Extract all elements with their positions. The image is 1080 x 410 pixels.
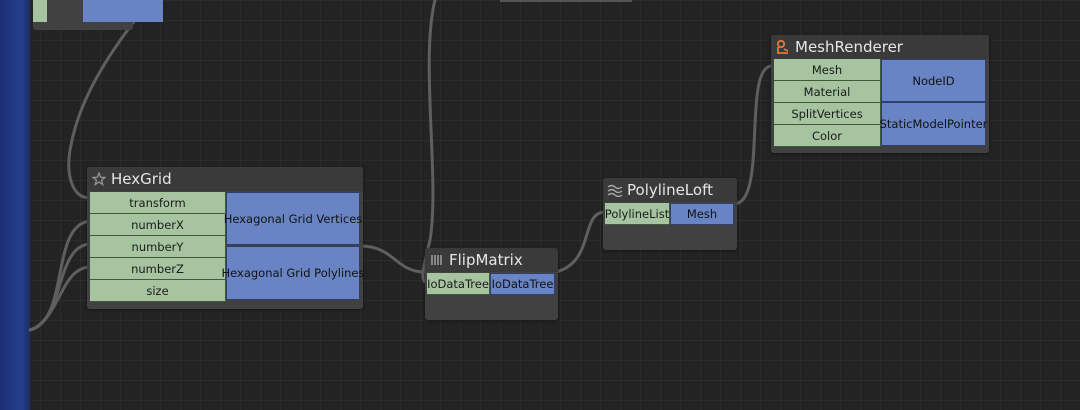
flipmatrix-output-iodatatree[interactable]: IoDataTree [490,273,555,295]
hexgrid-input-numbery[interactable]: numberY [90,236,226,258]
polylineloft-node-title: PolylineLoft [627,181,713,199]
meshrenderer-node-title: MeshRenderer [795,38,903,56]
meshrenderer-node-header[interactable]: MeshRenderer [771,35,989,59]
hexgrid-output-polylines[interactable]: Hexagonal Grid Polylines [222,246,365,300]
partial-node-top-left[interactable] [33,0,163,30]
polylineloft-node[interactable]: PolylineLoft PolylineList Mesh [603,178,737,250]
hexgrid-input-numberz[interactable]: numberZ [90,258,226,280]
meshrenderer-input-color[interactable]: Color [774,125,881,147]
flipmatrix-node-title: FlipMatrix [449,251,523,269]
meshrenderer-node[interactable]: MeshRenderer Mesh Material SplitVertices… [771,35,989,153]
wire-top-to-flipmatrix[interactable] [421,0,437,284]
partial-node-top-center[interactable] [500,0,632,2]
meshrenderer-output-nodeid[interactable]: NodeID [881,59,986,102]
wire-left-to-hexgrid-numberx[interactable] [28,219,92,332]
hexgrid-node-header[interactable]: HexGrid [87,167,363,191]
flipmatrix-input-iodatatree[interactable]: IoDataTree [427,273,490,295]
hexgrid-input-numberx[interactable]: numberX [90,214,226,236]
polylineloft-node-header[interactable]: PolylineLoft [603,178,737,202]
partial-node-input-port[interactable] [33,0,47,22]
hexgrid-input-transform[interactable]: transform [90,192,226,214]
wire-flipmatrix-to-polylineloft[interactable] [554,210,607,274]
wire-hexgrid-to-flipmatrix[interactable] [358,244,427,274]
wire-polylineloft-to-meshrenderer[interactable] [732,64,774,206]
hexgrid-node[interactable]: HexGrid transform numberX numberY number… [87,167,365,309]
flipmatrix-node[interactable]: FlipMatrix IoDataTree IoDataTree [425,248,558,320]
wire-left-to-hexgrid-numbery[interactable] [28,242,92,332]
meshrenderer-input-splitvertices[interactable]: SplitVertices [774,103,881,125]
hexgrid-input-size[interactable]: size [90,280,226,302]
hexgrid-node-title: HexGrid [111,170,172,188]
hexgrid-output-vertices[interactable]: Hexagonal Grid Vertices [224,192,362,245]
star-gear-icon [91,171,107,187]
meshrenderer-input-mesh[interactable]: Mesh [774,59,881,81]
flipmatrix-node-header[interactable]: FlipMatrix [425,248,558,272]
meshrenderer-input-material[interactable]: Material [774,81,881,103]
polylineloft-output-mesh[interactable]: Mesh [670,203,734,225]
polylineloft-input-polylinelist[interactable]: PolylineList [605,203,670,225]
renderer-icon [775,39,791,55]
matrix-icon [429,252,445,268]
meshrenderer-output-staticmodelpointer[interactable]: StaticModelPointer [880,102,987,146]
loft-icon [607,182,623,198]
partial-node-output-port[interactable] [83,0,163,22]
